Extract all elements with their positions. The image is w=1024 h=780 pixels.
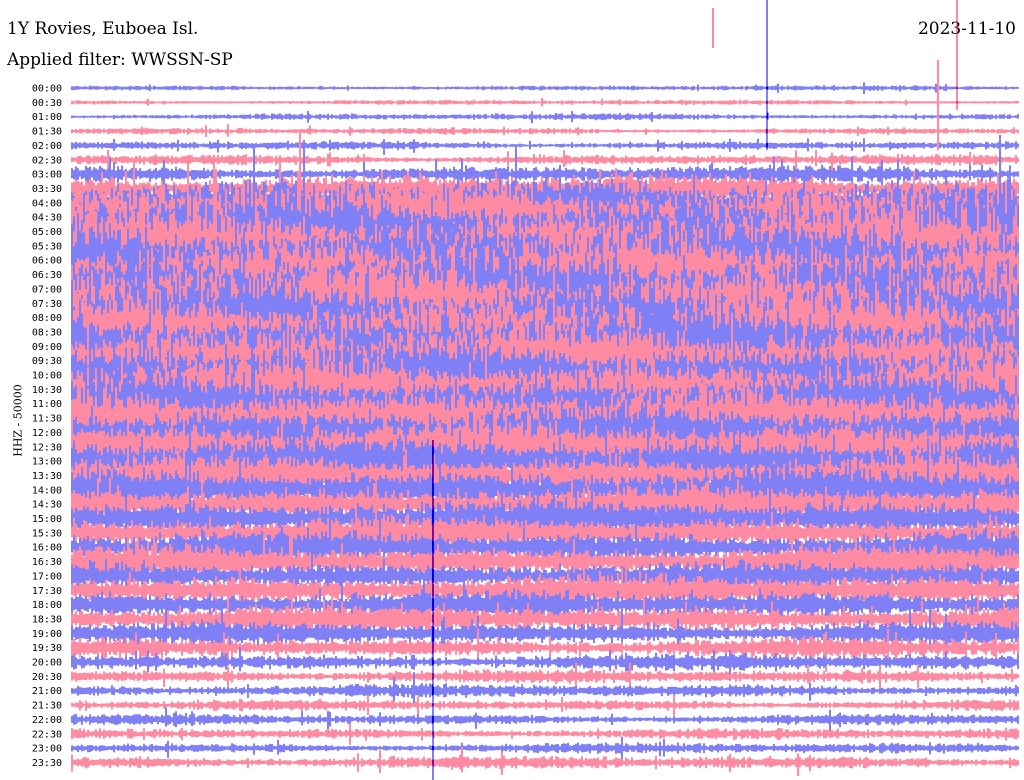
time-tick-label: 09:00 bbox=[32, 342, 62, 353]
time-tick-label: 18:30 bbox=[32, 614, 62, 625]
time-tick-label: 05:30 bbox=[32, 241, 62, 252]
time-tick-label: 16:00 bbox=[32, 543, 62, 554]
time-tick-label: 15:30 bbox=[32, 528, 62, 539]
time-tick-label: 23:00 bbox=[32, 744, 62, 755]
trace-row bbox=[71, 707, 1019, 731]
trace-row bbox=[71, 111, 1019, 124]
time-tick-label: 04:00 bbox=[32, 198, 62, 209]
time-tick-label: 23:30 bbox=[32, 758, 62, 769]
time-tick-label: 02:30 bbox=[32, 155, 62, 166]
time-tick-label: 03:30 bbox=[32, 184, 62, 195]
time-tick-label: 10:00 bbox=[32, 371, 62, 382]
time-tick-label: 17:30 bbox=[32, 586, 62, 597]
time-tick-label: 09:30 bbox=[32, 356, 62, 367]
time-tick-label: 01:00 bbox=[32, 112, 62, 123]
time-tick-label: 11:00 bbox=[32, 399, 62, 410]
time-tick-label: 11:30 bbox=[32, 414, 62, 425]
time-tick-label: 07:30 bbox=[32, 299, 62, 310]
time-tick-label: 21:30 bbox=[32, 701, 62, 712]
helicorder-plot: 00:00 00:30 01:00 01:30 02:00 02:30 03:00 03:30… bbox=[32, 0, 1019, 780]
trace-row bbox=[71, 694, 1019, 716]
trace-row bbox=[71, 747, 1019, 776]
trace-row bbox=[71, 82, 1019, 94]
time-tick-label: 07:00 bbox=[32, 284, 62, 295]
time-tick-label: 01:30 bbox=[32, 127, 62, 138]
time-tick-label: 06:00 bbox=[32, 256, 62, 267]
time-tick-label: 19:30 bbox=[32, 643, 62, 654]
time-tick-label: 13:00 bbox=[32, 457, 62, 468]
trace-row bbox=[71, 662, 1019, 692]
time-tick-label: 00:30 bbox=[32, 98, 62, 109]
time-tick-label: 06:30 bbox=[32, 270, 62, 281]
time-tick-label: 22:00 bbox=[32, 715, 62, 726]
time-tick-label: 08:30 bbox=[32, 327, 62, 338]
trace-row bbox=[71, 98, 1019, 107]
time-tick-label: 20:00 bbox=[32, 658, 62, 669]
time-tick-label: 12:00 bbox=[32, 428, 62, 439]
time-tick-label: 08:00 bbox=[32, 313, 62, 324]
time-tick-label: 02:00 bbox=[32, 141, 62, 152]
time-tick-label: 17:00 bbox=[32, 571, 62, 582]
time-tick-label: 14:30 bbox=[32, 500, 62, 511]
time-tick-label: 22:30 bbox=[32, 729, 62, 740]
time-tick-label: 00:00 bbox=[32, 84, 62, 95]
trace-row bbox=[71, 124, 1019, 137]
time-tick-label: 19:00 bbox=[32, 629, 62, 640]
trace-row bbox=[71, 723, 1019, 745]
time-tick-label: 10:30 bbox=[32, 385, 62, 396]
time-tick-label: 04:30 bbox=[32, 213, 62, 224]
trace-row bbox=[71, 736, 1019, 761]
time-tick-label: 03:00 bbox=[32, 170, 62, 181]
time-tick-label: 13:30 bbox=[32, 471, 62, 482]
time-tick-label: 20:30 bbox=[32, 672, 62, 683]
time-tick-label: 14:00 bbox=[32, 485, 62, 496]
trace-row bbox=[71, 137, 1019, 155]
time-tick-label: 15:00 bbox=[32, 514, 62, 525]
time-tick-label: 12:30 bbox=[32, 442, 62, 453]
time-tick-label: 05:00 bbox=[32, 227, 62, 238]
time-tick-label: 18:00 bbox=[32, 600, 62, 611]
time-tick-label: 16:30 bbox=[32, 557, 62, 568]
time-tick-label: 21:00 bbox=[32, 686, 62, 697]
